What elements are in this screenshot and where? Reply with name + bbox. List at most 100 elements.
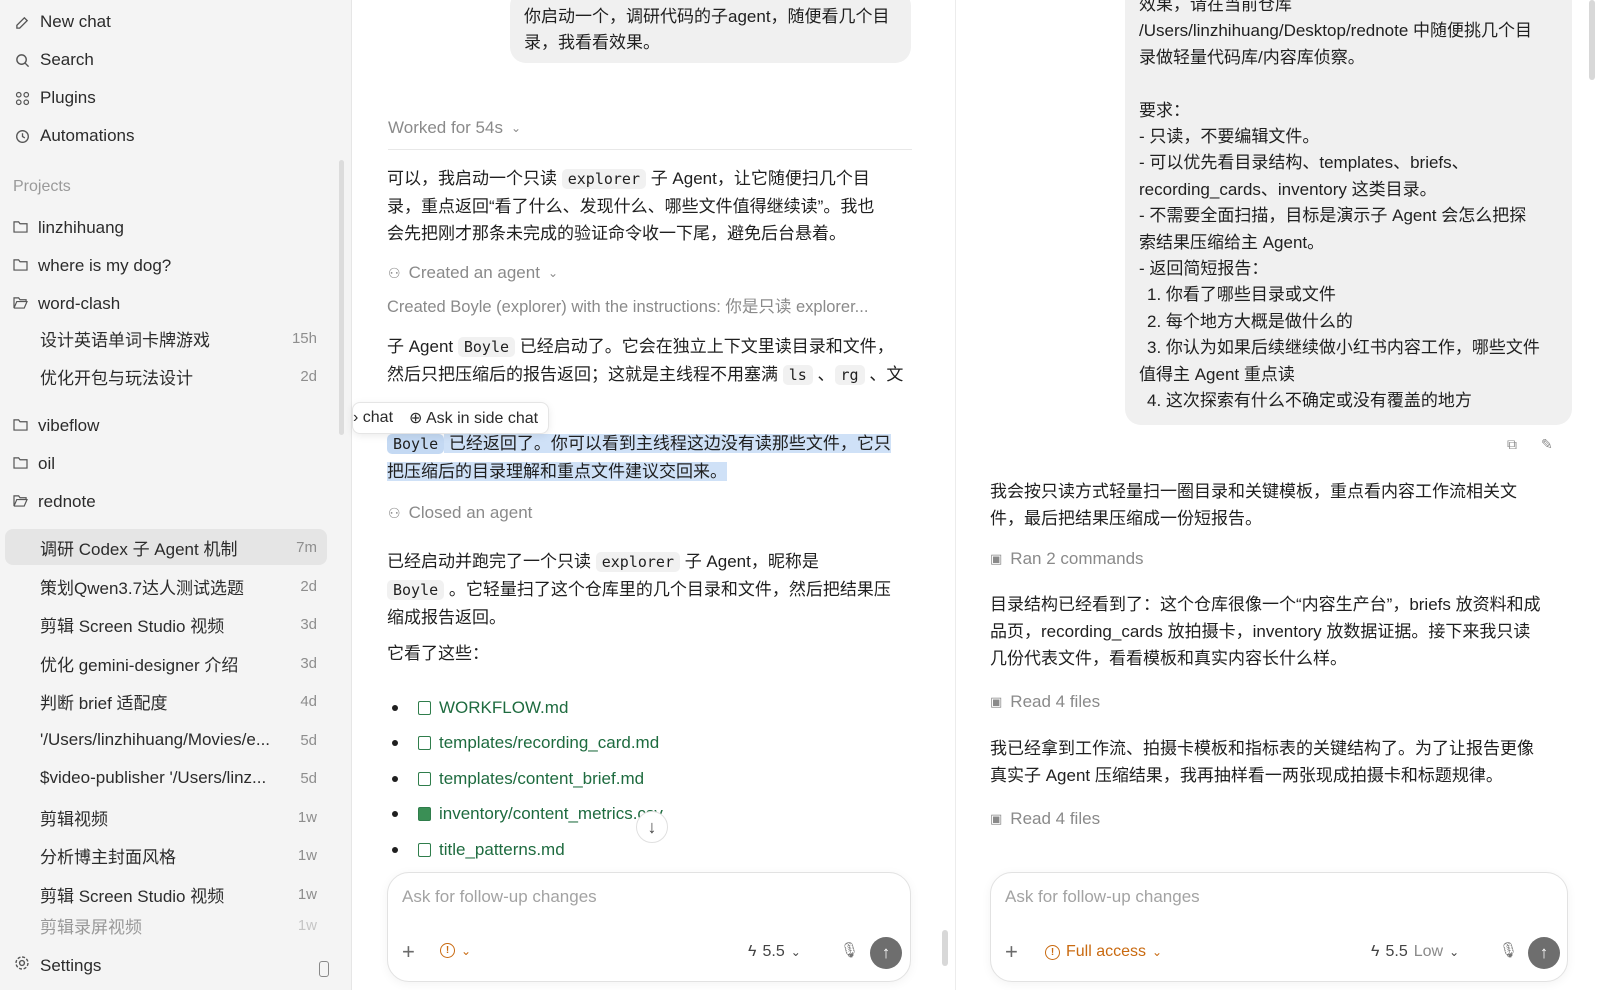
read-files-row[interactable]: ▣ Read 4 files — [990, 809, 1100, 829]
plugins-label: Plugins — [40, 88, 96, 107]
request-line: - 返回简短报告： — [1139, 259, 1269, 279]
composer-input[interactable]: Ask for follow-up changes — [1005, 887, 1200, 907]
chevron-down-icon: ⌄ — [461, 943, 472, 958]
main-scrollbar[interactable] — [942, 930, 948, 966]
text: 已经启动并跑完了一个只读 — [387, 552, 596, 571]
terminal-icon: ▣ — [990, 694, 1003, 709]
chevron-down-icon: ⌄ — [1449, 945, 1460, 959]
composer-input[interactable]: Ask for follow-up changes — [402, 887, 597, 907]
file-link[interactable]: title_patterns.md — [392, 832, 663, 868]
model-dropdown[interactable]: ϟ 5.5 ⌄ — [748, 943, 801, 961]
project-oil[interactable]: oil — [13, 449, 55, 479]
access-dropdown[interactable]: ! ⌄ — [440, 943, 471, 958]
file-link[interactable]: templates/recording_card.md — [392, 726, 663, 762]
chevron-down-icon: ⌄ — [510, 121, 522, 135]
thread-item[interactable]: 剪辑录屏视频 1w — [5, 914, 327, 937]
sidebar-scrollbar[interactable] — [339, 160, 344, 435]
thread-item[interactable]: 分析博主封面风格 1w — [5, 837, 327, 873]
thread-title: 分析博主封面风格 — [40, 847, 176, 867]
folder-icon — [13, 416, 28, 436]
settings-button[interactable]: Settings — [14, 955, 101, 976]
thread-item[interactable]: $video-publisher '/Users/linz... 5d — [5, 760, 327, 796]
file-name: WORKFLOW.md — [439, 697, 569, 717]
thread-title: 剪辑录屏视频 — [40, 917, 142, 937]
model-label: 5.5 — [1385, 943, 1408, 960]
thread-item[interactable]: 设计英语单词卡牌游戏 15h — [5, 320, 327, 356]
inline-code: Boyle — [387, 580, 445, 600]
new-chat-button[interactable]: New chat — [14, 7, 111, 37]
toggle-sidebar-icon[interactable] — [319, 961, 329, 977]
thread-item[interactable]: '/Users/linzhihuang/Movies/e... 5d — [5, 722, 327, 758]
thread-age: 2d — [300, 367, 317, 385]
request-line: 要求： — [1139, 100, 1190, 120]
chat-button[interactable]: › chat — [353, 409, 393, 427]
thread-item-active[interactable]: 调研 Codex 子 Agent 机制 7m — [5, 529, 327, 565]
add-icon[interactable]: + — [402, 941, 415, 963]
file-link[interactable]: templates/content_brief.md — [392, 761, 663, 797]
thread-age: 7m — [296, 538, 317, 556]
project-linzhihuang[interactable]: linzhihuang — [13, 213, 124, 243]
worked-for-toggle[interactable]: Worked for 54s ⌄ — [388, 118, 521, 138]
send-button[interactable]: ↑ — [1528, 937, 1560, 969]
scroll-down-button[interactable]: ↓ — [636, 811, 668, 843]
thread-age: 1w — [297, 808, 317, 826]
mic-icon[interactable]: 🎙 — [840, 941, 859, 959]
bolt-icon: ϟ — [748, 943, 757, 960]
search-button[interactable]: Search — [14, 45, 94, 75]
plugins-button[interactable]: Plugins — [14, 83, 96, 113]
thread-age: 4d — [300, 692, 317, 710]
bolt-icon: ϟ — [1371, 943, 1380, 960]
chevron-down-icon: ⌄ — [1152, 945, 1163, 959]
automations-button[interactable]: Automations — [14, 121, 135, 151]
request-line: 效果，请在当前仓库 — [1139, 0, 1292, 14]
chevron-down-icon: ⌄ — [547, 266, 559, 280]
warning-icon: ! — [440, 943, 455, 958]
thread-item[interactable]: 策划Qwen3.7达人测试选题 2d — [5, 568, 327, 604]
request-line: 4. 这次探索有什么不确定或没有覆盖的地方 — [1147, 391, 1472, 411]
request-line: 2. 每个地方大概是做什么的 — [1147, 311, 1353, 331]
file-link[interactable]: WORKFLOW.md — [392, 690, 663, 726]
ask-side-chat-button[interactable]: ⊕ Ask in side chat — [409, 408, 538, 428]
inline-code: explorer — [595, 552, 680, 572]
thread-item[interactable]: 优化 gemini-designer 介绍 3d — [5, 645, 327, 681]
side-scrollbar[interactable] — [1589, 0, 1595, 80]
user-message-line: 录，我看看效果。 — [524, 33, 660, 52]
composer[interactable]: Ask for follow-up changes + ! ⌄ ϟ 5.5 ⌄ … — [387, 872, 911, 982]
terminal-icon: ▣ — [990, 551, 1003, 566]
thread-item[interactable]: 判断 brief 适配度 4d — [5, 683, 327, 719]
access-dropdown[interactable]: ! Full access ⌄ — [1045, 943, 1162, 961]
inline-code: Boyle — [457, 337, 516, 357]
project-word-clash[interactable]: word-clash — [13, 289, 120, 319]
request-line: 1. 你看了哪些目录或文件 — [1147, 285, 1336, 305]
created-agent-toggle[interactable]: ⚇ Created an agent ⌄ — [388, 263, 558, 283]
bullet — [392, 811, 398, 818]
project-where-is-my-dog[interactable]: where is my dog? — [13, 251, 171, 281]
file-link[interactable]: inventory/content_metrics.csv — [392, 797, 663, 833]
ask-side-chat-label: Ask in side chat — [426, 410, 539, 427]
read-files-row[interactable]: ▣ Read 4 files — [990, 692, 1100, 712]
mic-icon[interactable]: 🎙 — [1499, 941, 1518, 959]
text: 。它轻量扫了这个仓库里的几个目录和文件，然后把结果压 — [444, 580, 891, 599]
thread-item[interactable]: 剪辑 Screen Studio 视频 1w — [5, 876, 327, 912]
thread-title: 调研 Codex 子 Agent 机制 — [40, 539, 238, 559]
divider — [388, 149, 912, 150]
file-name: title_patterns.md — [439, 839, 565, 859]
thread-item[interactable]: 剪辑视频 1w — [5, 799, 327, 835]
closed-agent-row[interactable]: ⚇ Closed an agent — [388, 503, 532, 523]
side-composer[interactable]: Ask for follow-up changes + ! Full acces… — [990, 872, 1568, 982]
assistant-paragraph: 目录结构已经看到了：这个仓库很像一个“内容生产台”，briefs 放资料和成 品… — [990, 591, 1580, 672]
model-dropdown[interactable]: ϟ 5.5 Low ⌄ — [1371, 943, 1459, 961]
thread-item[interactable]: 剪辑 Screen Studio 视频 3d — [5, 606, 327, 642]
folder-icon — [13, 454, 28, 474]
thread-item[interactable]: 优化开包与玩法设计 2d — [5, 358, 327, 394]
ran-commands-row[interactable]: ▣ Ran 2 commands — [990, 549, 1144, 569]
send-button[interactable]: ↑ — [870, 937, 902, 969]
edit-icon[interactable]: ✎ — [1541, 436, 1555, 452]
plugins-icon — [14, 90, 30, 106]
add-icon[interactable]: + — [1005, 941, 1018, 963]
project-vibeflow[interactable]: vibeflow — [13, 411, 99, 441]
model-label: 5.5 — [762, 943, 785, 960]
project-rednote[interactable]: rednote — [13, 487, 96, 517]
copy-icon[interactable]: ⧉ — [1507, 436, 1521, 452]
text: 真实子 Agent 压缩结果，我再抽样看一两张现成拍摄卡和标题规律。 — [990, 766, 1503, 785]
